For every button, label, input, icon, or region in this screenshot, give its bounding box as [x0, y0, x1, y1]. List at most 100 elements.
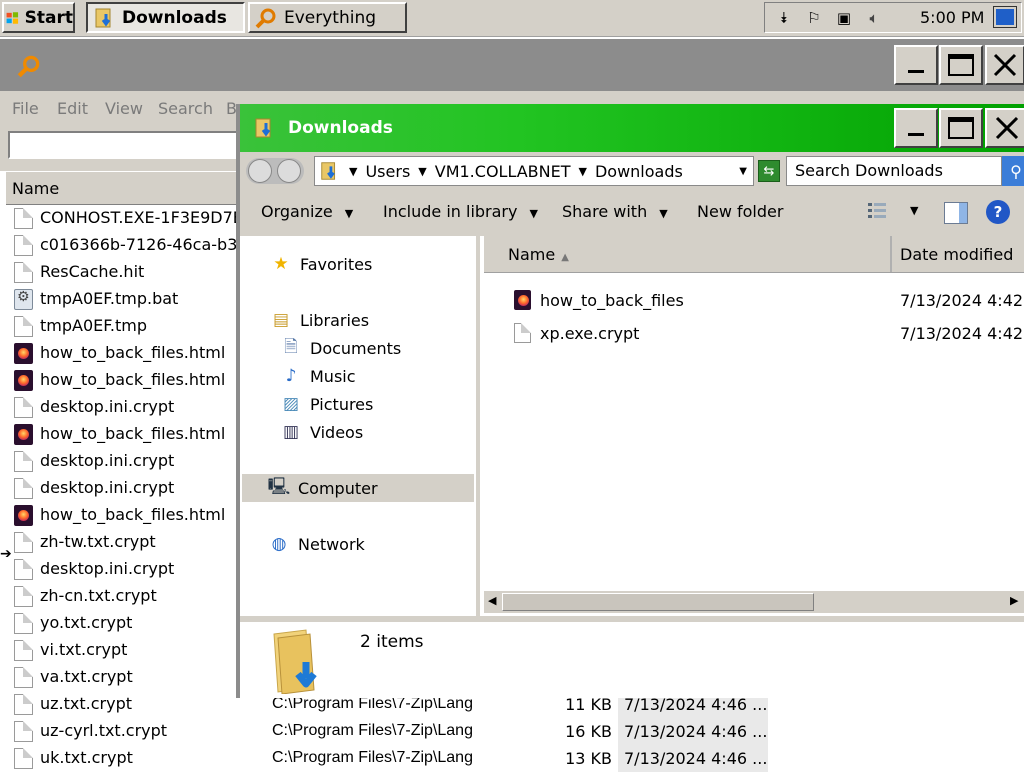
close-button[interactable] [985, 45, 1024, 85]
doc-icon [14, 478, 33, 499]
maximize-button[interactable] [939, 108, 983, 148]
scroll-right-icon[interactable]: ▶ [1010, 594, 1018, 607]
scroll-left-icon[interactable]: ◀ [488, 594, 496, 607]
nav-videos[interactable]: ▥ Videos [280, 418, 363, 446]
maximize-button[interactable] [939, 45, 983, 85]
downloads-titlebar[interactable]: Downloads [240, 104, 1024, 152]
minimize-icon [908, 133, 924, 136]
taskbar-button-everything[interactable]: Everything [248, 2, 407, 33]
details-pane: 2 items [240, 616, 1024, 698]
scrollbar-thumb[interactable] [502, 593, 814, 611]
file-name: xp.exe.crypt [540, 324, 640, 343]
volume-muted-icon[interactable]: 🔈︎ [863, 7, 885, 29]
breadcrumb-downloads[interactable]: Downloads [595, 162, 683, 181]
breadcrumb-chevron-icon[interactable]: ▼ [418, 165, 426, 178]
doc-icon [14, 208, 33, 229]
horizontal-scrollbar[interactable]: ◀ ▶ [484, 591, 1024, 613]
taskbar-button-label: Downloads [122, 7, 227, 28]
everything-search-input[interactable] [8, 131, 248, 159]
view-dropdown-icon[interactable]: ▼ [910, 204, 918, 217]
menu-search[interactable]: Search [158, 99, 213, 118]
nav-music[interactable]: ♪ Music [280, 362, 356, 390]
file-name: ResCache.hit [40, 262, 145, 281]
start-label: Start [24, 7, 73, 28]
file-size: 13 KB [565, 749, 612, 768]
breadcrumb-chevron-icon[interactable]: ▼ [349, 165, 357, 178]
everything-titlebar[interactable] [0, 39, 1024, 91]
nav-favorites[interactable]: ★ Favorites [270, 250, 372, 278]
back-button[interactable] [248, 159, 272, 183]
show-desktop-icon[interactable] [993, 6, 1017, 28]
nav-label: Libraries [300, 310, 370, 330]
refresh-button[interactable]: ⇆ [758, 160, 780, 182]
file-name: uz-cyrl.txt.crypt [40, 721, 168, 740]
html-file-icon [14, 343, 33, 364]
preview-pane-icon[interactable] [944, 202, 968, 224]
forward-button[interactable] [277, 159, 301, 183]
change-view-icon[interactable] [866, 200, 888, 222]
show-hidden-icons-chevron-icon[interactable]: ⯯ [773, 7, 795, 29]
help-icon[interactable]: ? [986, 200, 1010, 224]
search-input[interactable]: Search Downloads [786, 156, 1002, 186]
menu-file[interactable]: File [12, 99, 39, 118]
navigation-pane: ★ Favorites ▤ Libraries 🗎 Documents ♪ Mu… [240, 236, 480, 616]
list-item[interactable]: how_to_back_files 7/13/2024 4:42 P [484, 286, 1024, 316]
file-path: C:\Program Files\7-Zip\Lang [272, 722, 473, 739]
breadcrumb-chevron-icon[interactable]: ▼ [579, 165, 587, 178]
list-item[interactable]: xp.exe.crypt 7/13/2024 4:42 P [484, 319, 1024, 349]
file-name: yo.txt.crypt [40, 613, 133, 632]
column-header-date-modified[interactable]: Date modified [900, 245, 1013, 264]
nav-documents[interactable]: 🗎 Documents [280, 334, 401, 362]
file-date-modified: 7/13/2024 4:42 P [900, 291, 1024, 310]
network-icon[interactable]: ▣ [833, 7, 855, 29]
menu-edit[interactable]: Edit [57, 99, 88, 118]
libraries-icon: ▤ [272, 310, 290, 330]
action-center-flag-icon[interactable]: ⚐ [803, 7, 825, 29]
start-button[interactable]: Start [2, 2, 75, 33]
nav-libraries[interactable]: ▤ Libraries [270, 306, 369, 334]
nav-network[interactable]: ◍ Network [268, 530, 365, 558]
doc-icon [14, 613, 33, 634]
sort-ascending-icon: ▲ [561, 252, 569, 263]
table-row[interactable]: uz-cyrl.txt.crypt C:\Program Files\7-Zip\… [0, 718, 1024, 745]
minimize-button[interactable] [894, 108, 938, 148]
everything-app-icon [17, 55, 40, 78]
nav-label: Network [298, 534, 365, 554]
column-separator[interactable] [890, 236, 892, 272]
clock[interactable]: 5:00 PM [920, 8, 984, 27]
minimize-button[interactable] [894, 45, 938, 85]
breadcrumb-user-folder[interactable]: VM1.COLLABNET [435, 162, 571, 181]
dropdown-caret-icon: ▼ [659, 207, 668, 220]
column-header-name[interactable]: Name ▲ [508, 245, 569, 264]
item-count: 2 items [360, 632, 424, 652]
close-button[interactable] [985, 108, 1024, 148]
menu-view[interactable]: View [105, 99, 143, 118]
search-icon[interactable]: ⚲ [1002, 156, 1024, 186]
file-name: CONHOST.EXE-1F3E9D7E. [40, 208, 248, 227]
taskbar-button-downloads[interactable]: Downloads [86, 2, 245, 33]
file-name: va.txt.crypt [40, 667, 133, 686]
column-header-name[interactable]: Name [12, 179, 59, 198]
breadcrumb-users[interactable]: Users [365, 162, 410, 181]
new-folder-button[interactable]: New folder [697, 202, 783, 221]
doc-icon [14, 532, 33, 553]
nav-buttons [246, 158, 304, 184]
nav-label: Videos [310, 422, 364, 442]
breadcrumb[interactable]: ▼ Users ▼ VM1.COLLABNET ▼ Downloads ▼ [314, 156, 754, 186]
dropdown-caret-icon: ▼ [344, 207, 354, 220]
nav-pictures[interactable]: ▨ Pictures [280, 390, 373, 418]
videos-icon: ▥ [282, 422, 300, 442]
html-file-icon [14, 505, 33, 526]
computer-icon: 🖳︎ [267, 476, 291, 497]
nav-computer[interactable]: 🖳︎ Computer [242, 474, 474, 502]
file-list-pane: Name ▲ Date modified how_to_back_files 7/1… [484, 236, 1024, 616]
include-in-library-button[interactable]: Include in library ▼ [383, 202, 538, 221]
file-name: vi.txt.crypt [40, 640, 128, 659]
share-with-button[interactable]: Share with ▼ [562, 202, 668, 221]
address-dropdown-icon[interactable]: ▼ [739, 166, 747, 177]
folder-download-icon [95, 8, 111, 27]
file-name: desktop.ini.crypt [40, 397, 175, 416]
file-date-modified: 7/13/2024 4:42 P [900, 324, 1024, 343]
doc-icon [14, 721, 33, 742]
organize-button[interactable]: Organize ▼ [261, 202, 353, 221]
